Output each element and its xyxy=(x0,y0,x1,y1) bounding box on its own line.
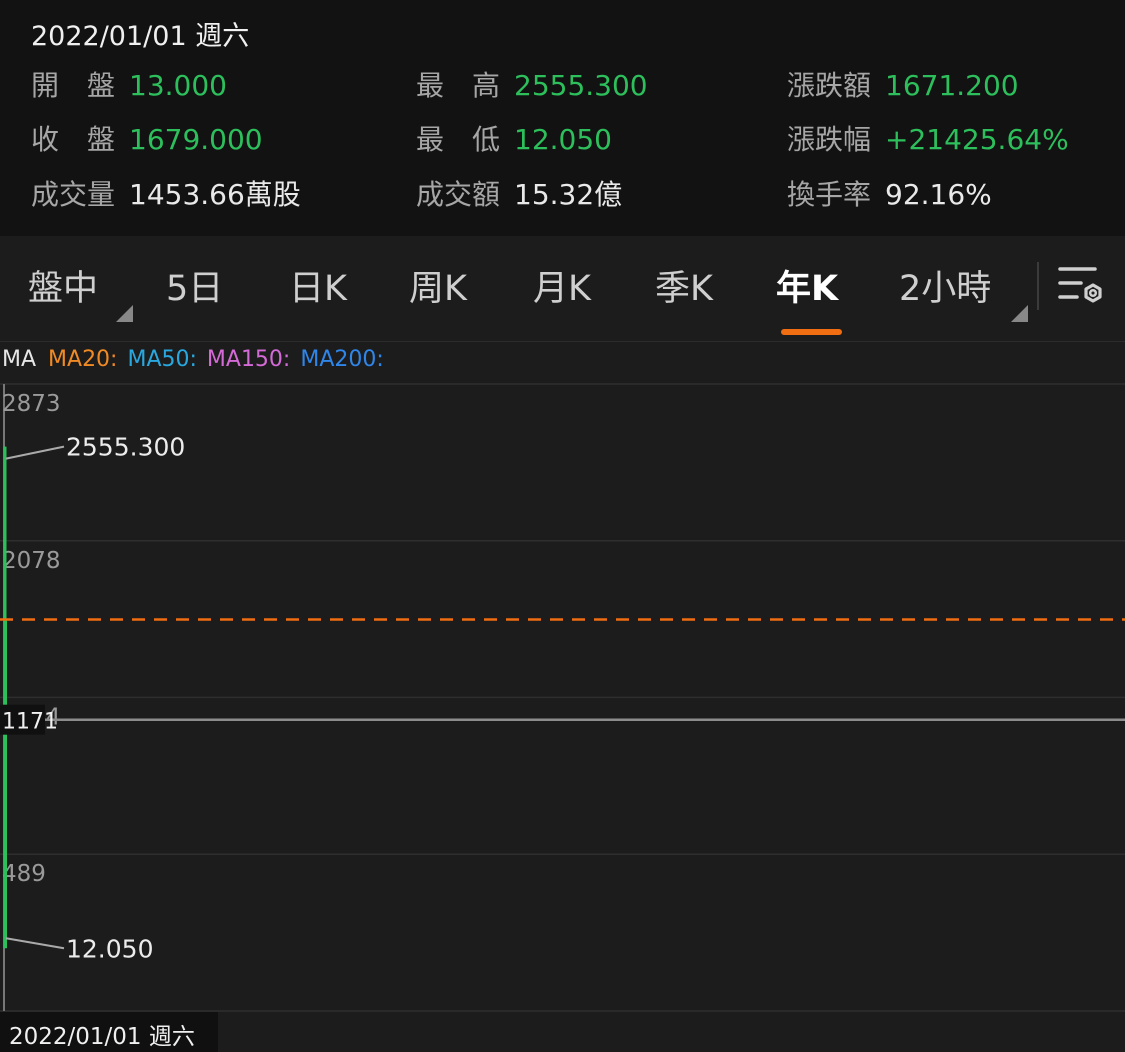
stat-label: 成交量 xyxy=(31,178,116,211)
stat-value: 1453.66萬股 xyxy=(129,178,301,211)
tab-weekly-k[interactable]: 周K xyxy=(409,260,467,311)
stat-label: 漲跌幅 xyxy=(787,123,872,156)
stat-volume: 成交量 1453.66萬股 xyxy=(31,173,301,213)
grid-lines xyxy=(0,383,1125,1012)
stat-value: +21425.64% xyxy=(885,123,1069,156)
y-tick-label: 2873 xyxy=(2,391,61,417)
low-price-label: 12.050 xyxy=(66,934,153,963)
quote-date: 2022/01/01 週六 xyxy=(31,21,250,52)
tab-intraday[interactable]: 盤中 xyxy=(28,260,98,311)
candlestick-chart[interactable]: 287320781284489-306 2555.30012.0501171 xyxy=(0,343,1125,1012)
stat-low: 最 低 12.050 xyxy=(416,118,612,158)
stat-close: 收 盤 1679.000 xyxy=(31,118,263,158)
stat-value: 15.32億 xyxy=(514,178,623,211)
stat-label: 換手率 xyxy=(787,178,872,211)
crosshair-date-label: 2022/01/01 週六 xyxy=(0,1012,218,1052)
stat-change: 漲跌額 1671.200 xyxy=(787,64,1019,104)
stat-label: 收 盤 xyxy=(31,123,116,156)
stat-value: 1679.000 xyxy=(129,123,263,156)
tab-5day[interactable]: 5日 xyxy=(166,260,223,311)
tab-monthly-k[interactable]: 月K xyxy=(533,260,591,311)
stat-change-pct: 漲跌幅 +21425.64% xyxy=(787,118,1069,158)
crosshair-price-label: 1171 xyxy=(2,710,58,735)
tab-divider xyxy=(1037,262,1039,310)
tab-quarterly-k[interactable]: 季K xyxy=(655,260,713,311)
y-axis-ticks: 287320781284489-306 xyxy=(2,391,61,887)
stat-turnover-rate: 換手率 92.16% xyxy=(787,173,992,213)
high-leader-line xyxy=(5,445,65,460)
stat-open: 開 盤 13.000 xyxy=(31,64,227,104)
stat-value: 1671.200 xyxy=(885,69,1019,102)
y-tick-label: 2078 xyxy=(2,548,61,574)
period-tab-bar: 盤中 5日 日K 周K 月K 季K 年K 2小時 xyxy=(0,236,1125,342)
y-tick-label: 489 xyxy=(2,861,46,887)
high-price-label: 2555.300 xyxy=(66,433,185,462)
stat-turnover: 成交額 15.32億 xyxy=(416,173,622,213)
dropdown-corner-icon[interactable] xyxy=(116,305,133,322)
stat-value: 2555.300 xyxy=(514,69,648,102)
stat-label: 開 盤 xyxy=(31,69,116,102)
dropdown-corner-icon[interactable] xyxy=(1011,305,1028,322)
stat-value: 12.050 xyxy=(514,123,612,156)
stat-label: 最 低 xyxy=(416,123,501,156)
candles xyxy=(3,446,7,949)
tab-yearly-k[interactable]: 年K xyxy=(776,260,838,311)
stat-label: 成交額 xyxy=(416,178,501,211)
stat-label: 最 高 xyxy=(416,69,501,102)
tab-2hour[interactable]: 2小時 xyxy=(899,260,991,311)
chart-settings-icon[interactable] xyxy=(1057,264,1105,312)
stat-high: 最 高 2555.300 xyxy=(416,64,648,104)
candle-body xyxy=(4,619,7,949)
stat-label: 漲跌額 xyxy=(787,69,872,102)
active-tab-indicator xyxy=(781,329,842,335)
stat-value: 92.16% xyxy=(885,178,992,211)
stat-value: 13.000 xyxy=(129,69,227,102)
quote-header: 2022/01/01 週六 開 盤 13.000 最 高 2555.300 漲跌額 1… xyxy=(0,0,1125,236)
low-leader-line xyxy=(5,937,65,950)
tab-daily-k[interactable]: 日K xyxy=(289,260,347,311)
